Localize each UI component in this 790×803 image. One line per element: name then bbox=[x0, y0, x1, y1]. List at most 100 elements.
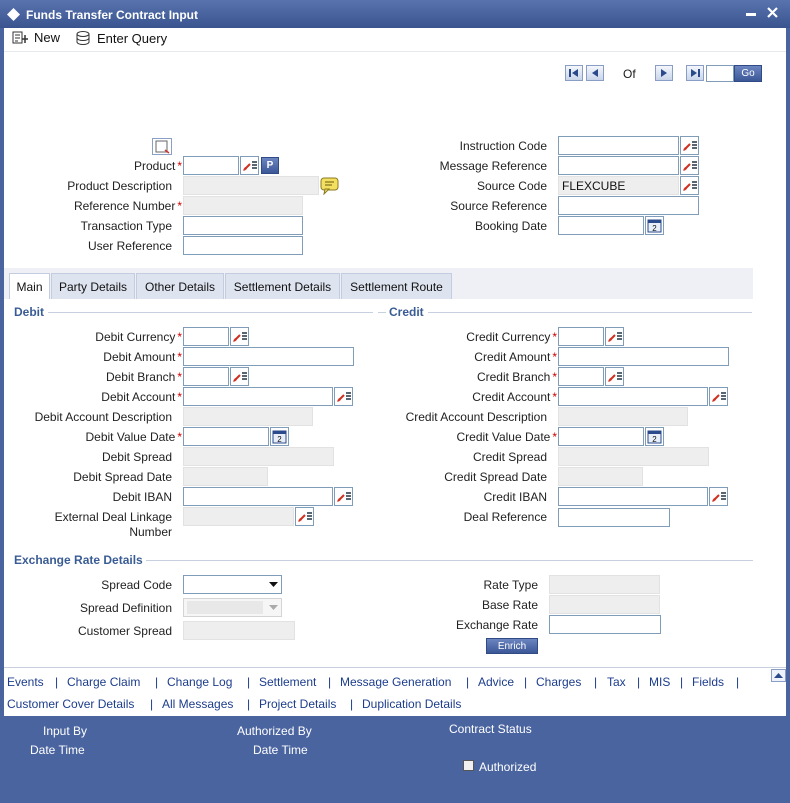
source-code-lov-button[interactable] bbox=[680, 176, 699, 195]
lov-icon bbox=[298, 512, 312, 522]
product-label: Product * bbox=[133, 159, 182, 173]
message-reference-input[interactable] bbox=[558, 156, 679, 175]
debit-value-date-calendar-button[interactable]: 2 bbox=[270, 427, 289, 446]
minimize-icon[interactable] bbox=[746, 13, 756, 16]
link-charges[interactable]: Charges bbox=[536, 675, 581, 689]
previous-page-button[interactable] bbox=[586, 65, 604, 81]
spread-code-select[interactable] bbox=[183, 575, 282, 594]
contract-status-label: Contract Status bbox=[449, 722, 532, 736]
credit-amount-input[interactable] bbox=[558, 347, 729, 366]
credit-branch-input[interactable] bbox=[558, 367, 604, 386]
lov-icon bbox=[243, 161, 257, 171]
link-mis[interactable]: MIS bbox=[649, 675, 670, 689]
tab-settlement-route[interactable]: Settlement Route bbox=[341, 273, 452, 299]
spread-definition-value-box bbox=[187, 601, 263, 614]
credit-value-date-input[interactable] bbox=[558, 427, 644, 446]
debit-amount-input[interactable] bbox=[183, 347, 354, 366]
debit-amount-label: Debit Amount * bbox=[103, 350, 182, 364]
scroll-up-button[interactable] bbox=[771, 669, 786, 682]
booking-date-input[interactable] bbox=[558, 216, 644, 235]
link-duplication-details[interactable]: Duplication Details bbox=[362, 697, 461, 711]
tab-other-details[interactable]: Other Details bbox=[136, 273, 224, 299]
debit-section-title: Debit bbox=[14, 305, 44, 319]
diamond-icon bbox=[7, 8, 20, 21]
authorized-checkbox[interactable] bbox=[463, 760, 474, 771]
lov-icon bbox=[608, 372, 622, 382]
debit-value-date-input[interactable] bbox=[183, 427, 269, 446]
link-fields[interactable]: Fields bbox=[692, 675, 724, 689]
page-number-input[interactable] bbox=[706, 65, 734, 82]
link-charge-claim[interactable]: Charge Claim bbox=[67, 675, 140, 689]
next-page-button[interactable] bbox=[655, 65, 673, 81]
debit-branch-lov-button[interactable] bbox=[230, 367, 249, 386]
exchange-rate-input[interactable] bbox=[549, 615, 661, 634]
credit-currency-label: Credit Currency * bbox=[466, 330, 557, 344]
link-separator: | bbox=[680, 675, 684, 689]
go-button[interactable]: Go bbox=[734, 65, 762, 82]
source-reference-input[interactable] bbox=[558, 196, 699, 215]
product-image-button[interactable] bbox=[152, 138, 172, 155]
deal-reference-input[interactable] bbox=[558, 508, 670, 527]
tab-main[interactable]: Main bbox=[9, 273, 50, 299]
product-p-button[interactable]: P bbox=[261, 157, 279, 174]
input-by-label: Input By bbox=[43, 724, 88, 738]
credit-currency-lov-button[interactable] bbox=[605, 327, 624, 346]
new-record-icon bbox=[12, 31, 28, 44]
credit-value-date-calendar-button[interactable]: 2 bbox=[645, 427, 664, 446]
deal-reference-label: Deal Reference bbox=[463, 510, 547, 524]
debit-iban-input[interactable] bbox=[183, 487, 333, 506]
credit-account-input[interactable] bbox=[558, 387, 708, 406]
message-reference-lov-button[interactable] bbox=[680, 156, 699, 175]
debit-spread-field bbox=[183, 447, 334, 466]
debit-account-lov-button[interactable] bbox=[334, 387, 353, 406]
link-project-details[interactable]: Project Details bbox=[259, 697, 336, 711]
instruction-code-input[interactable] bbox=[558, 136, 679, 155]
debit-spread-label: Debit Spread bbox=[101, 450, 172, 464]
user-reference-label: User Reference bbox=[87, 239, 172, 253]
credit-iban-lov-button[interactable] bbox=[709, 487, 728, 506]
booking-date-calendar-button[interactable]: 2 bbox=[645, 216, 664, 235]
link-tax[interactable]: Tax bbox=[607, 675, 626, 689]
debit-currency-lov-button[interactable] bbox=[230, 327, 249, 346]
instruction-code-lov-button[interactable] bbox=[680, 136, 699, 155]
external-deal-linkage-lov-button[interactable] bbox=[295, 507, 314, 526]
booking-date-label: Booking Date bbox=[474, 219, 547, 233]
link-message-generation[interactable]: Message Generation bbox=[340, 675, 451, 689]
enter-query-button[interactable]: Enter Query bbox=[76, 30, 167, 46]
credit-iban-input[interactable] bbox=[558, 487, 708, 506]
product-lov-button[interactable] bbox=[240, 156, 259, 175]
link-all-messages[interactable]: All Messages bbox=[162, 697, 233, 711]
credit-account-lov-button[interactable] bbox=[709, 387, 728, 406]
lov-icon bbox=[233, 372, 247, 382]
link-settlement[interactable]: Settlement bbox=[259, 675, 316, 689]
date-time-label: Date Time bbox=[30, 743, 85, 757]
reference-number-label: Reference Number * bbox=[73, 199, 182, 213]
debit-currency-input[interactable] bbox=[183, 327, 229, 346]
close-icon[interactable] bbox=[767, 7, 778, 18]
message-reference-label: Message Reference bbox=[439, 159, 547, 173]
description-balloon-button[interactable] bbox=[320, 176, 339, 196]
credit-currency-input[interactable] bbox=[558, 327, 604, 346]
new-button[interactable]: New bbox=[12, 30, 60, 45]
link-customer-cover-details[interactable]: Customer Cover Details bbox=[7, 697, 134, 711]
transaction-type-input[interactable] bbox=[183, 216, 303, 235]
link-advice[interactable]: Advice bbox=[478, 675, 514, 689]
link-events[interactable]: Events bbox=[7, 675, 44, 689]
database-query-icon bbox=[76, 31, 90, 46]
debit-iban-lov-button[interactable] bbox=[334, 487, 353, 506]
credit-branch-lov-button[interactable] bbox=[605, 367, 624, 386]
link-separator: | bbox=[350, 697, 354, 711]
first-page-button[interactable] bbox=[565, 65, 583, 81]
user-reference-input[interactable] bbox=[183, 236, 303, 255]
exchange-rate-section-title: Exchange Rate Details bbox=[14, 553, 143, 567]
link-change-log[interactable]: Change Log bbox=[167, 675, 232, 689]
debit-branch-input[interactable] bbox=[183, 367, 229, 386]
enrich-button[interactable]: Enrich bbox=[486, 638, 538, 654]
credit-spread-label: Credit Spread bbox=[472, 450, 547, 464]
product-input[interactable] bbox=[183, 156, 239, 175]
debit-account-input[interactable] bbox=[183, 387, 333, 406]
last-page-button[interactable] bbox=[686, 65, 704, 81]
tab-settlement-details[interactable]: Settlement Details bbox=[225, 273, 340, 299]
link-separator: | bbox=[594, 675, 598, 689]
tab-party-details[interactable]: Party Details bbox=[51, 273, 135, 299]
